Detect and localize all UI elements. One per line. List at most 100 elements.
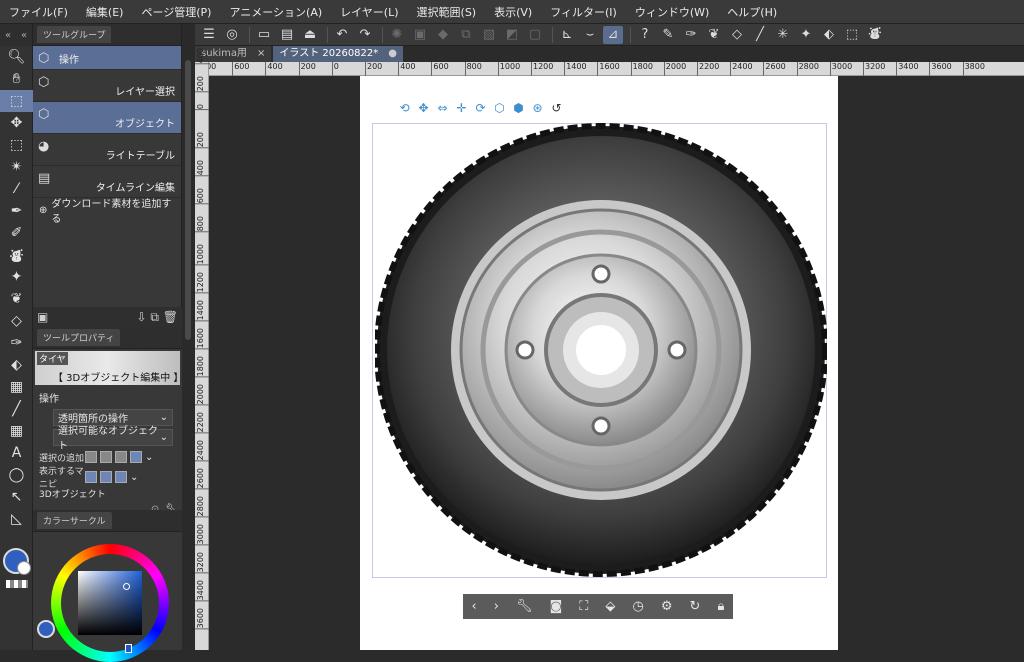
selectable-object-dropdown[interactable]: 選択可能なオブジェクト ⌄ — [53, 426, 173, 452]
chevron-down-icon[interactable]: ⌄ — [145, 452, 153, 463]
brush-tool-icon[interactable]: ✑ — [0, 332, 33, 354]
subtool-light-table[interactable]: ◕ ライトテーブル — [33, 134, 181, 166]
menu-animation[interactable]: アニメーション(A) — [220, 4, 331, 20]
redo-icon[interactable]: ↷ — [355, 26, 375, 44]
zoom-tool-icon[interactable]: 🔍︎ — [0, 46, 33, 68]
open-folder-icon[interactable]: ▤ — [277, 26, 297, 44]
copy-icon[interactable]: ▣ — [410, 26, 430, 44]
object-rotate-z-icon[interactable]: ⬡ — [491, 101, 508, 115]
operation-tool-icon[interactable]: ⬚ — [0, 90, 33, 112]
eraser-tool-icon[interactable]: ◇ — [0, 310, 33, 332]
gradient-tool-icon[interactable]: ▦ — [0, 376, 33, 398]
subtool-settings-icon[interactable]: ▣ — [37, 310, 48, 324]
collapse-icon[interactable]: « — [5, 30, 11, 41]
eraser-icon[interactable]: ◇ — [727, 26, 747, 44]
fill-tool-icon[interactable]: ⬖ — [0, 354, 33, 376]
left-panel-scrollbar[interactable] — [182, 24, 195, 650]
add-download-material[interactable]: ⊕ ダウンロード素材を追加する — [33, 198, 181, 225]
snap-icon[interactable]: ⊿ — [603, 25, 623, 44]
fill-icon[interactable]: ◆ — [433, 26, 453, 44]
hue-marker[interactable] — [125, 644, 132, 653]
close-icon[interactable]: ● — [388, 46, 397, 62]
clear-selection-icon[interactable]: ▧ — [479, 26, 499, 44]
blend-icon[interactable]: ❦ — [704, 26, 724, 44]
add-selection-option-icon[interactable] — [130, 451, 142, 463]
new-file-icon[interactable]: ▭ — [254, 26, 274, 44]
transform-icon[interactable]: ⧉ — [456, 26, 476, 44]
brush-icon[interactable]: ✑ — [681, 26, 701, 44]
trash-icon[interactable]: 🗑︎ — [163, 310, 178, 324]
manipulator-icon[interactable] — [85, 471, 97, 483]
color-picker-cursor[interactable] — [123, 583, 130, 590]
tool-group-tab[interactable]: ツールグループ — [37, 26, 112, 43]
ruler-icon[interactable]: ⊾ — [557, 26, 577, 44]
menu-layer[interactable]: レイヤー(L) — [331, 4, 407, 20]
decoration-tool-icon[interactable]: ✦ — [0, 266, 33, 288]
camera-pan-icon[interactable]: ✥ — [415, 101, 432, 115]
menu-view[interactable]: 表示(V) — [485, 4, 541, 20]
correct-line-tool-icon[interactable]: ↖ — [0, 486, 33, 508]
camera-zoom-icon[interactable]: ⇔ — [434, 101, 451, 115]
object-ground-icon[interactable]: ⊛ — [529, 101, 546, 115]
auto-select-icon[interactable]: ✴ — [0, 156, 33, 178]
save-icon[interactable]: ⏏ — [300, 26, 320, 44]
undo-icon[interactable]: ↶ — [332, 26, 352, 44]
menu-help[interactable]: ヘルプ(H) — [718, 4, 786, 20]
help-icon[interactable]: ? — [635, 26, 655, 44]
settings-down-icon[interactable]: ⚙ — [661, 599, 673, 614]
menu-page[interactable]: ページ管理(P) — [132, 4, 220, 20]
add-selection-option-icon[interactable] — [85, 451, 97, 463]
stamp-icon[interactable]: ⛇ — [865, 26, 885, 44]
manipulator-icon[interactable] — [115, 471, 127, 483]
current-color-swatch[interactable] — [37, 620, 55, 638]
figure-tool-icon[interactable]: ╱ — [0, 398, 33, 420]
eyedropper-icon[interactable]: ⁄ — [0, 178, 33, 200]
menu-edit[interactable]: 編集(E) — [77, 4, 133, 20]
scrollbar-thumb[interactable] — [185, 60, 191, 340]
close-icon[interactable]: × — [257, 46, 265, 62]
wrench-icon[interactable]: 🔧︎ — [516, 599, 533, 614]
object-move-icon[interactable]: ✛ — [453, 101, 470, 115]
hand-tool-icon[interactable]: ✋︎ — [0, 68, 33, 90]
add-selection-option-icon[interactable] — [100, 451, 112, 463]
tire-3d-object[interactable] — [375, 123, 827, 578]
invert-selection-icon[interactable]: ◩ — [502, 26, 522, 44]
ruler-tool-icon[interactable]: ◺ — [0, 508, 33, 530]
spinner-icon[interactable]: ✺ — [387, 26, 407, 44]
pencil-tool-icon[interactable]: ✐ — [0, 222, 33, 244]
rotate-reset-icon[interactable]: ↻ — [690, 599, 701, 614]
transparent-color-swatch[interactable] — [6, 580, 28, 588]
pen-tool-icon[interactable]: ✒ — [0, 200, 33, 222]
sub-color-swatch[interactable] — [17, 561, 31, 575]
subtool-operation[interactable]: ⬡ 操作 — [33, 46, 181, 70]
frame-tool-icon[interactable]: ▦ — [0, 420, 33, 442]
add-selection-option-icon[interactable] — [115, 451, 127, 463]
object-scale-icon[interactable]: ⬢ — [510, 101, 527, 115]
subtool-object[interactable]: ⬡ オブジェクト — [33, 102, 181, 134]
duplicate-icon[interactable]: ⧉ — [150, 310, 159, 324]
canvas-area[interactable]: ⟲ ✥ ⇔ ✛ ⟳ ⬡ ⬢ ⊛ ↺ ‹ › 🔧︎ ◙ ⛶ ⬙ ◷ ⚙ ↻ 🔒︎ — [209, 76, 1024, 650]
next-icon[interactable]: › — [494, 599, 499, 614]
move-tool-icon[interactable]: ✥ — [0, 112, 33, 134]
chevron-down-icon[interactable]: ⌄ — [130, 472, 138, 483]
selection-tool-icon[interactable]: ⬚ — [0, 134, 33, 156]
sparkle-icon[interactable]: ✳ — [773, 26, 793, 44]
menu-window[interactable]: ウィンドウ(W) — [626, 4, 718, 20]
saturation-value-square[interactable] — [78, 571, 142, 635]
lock-icon[interactable]: 🔒︎ — [718, 599, 725, 614]
airbrush-tool-icon[interactable]: ⛇ — [0, 244, 33, 266]
manipulator-icon[interactable] — [100, 471, 112, 483]
clip-studio-icon[interactable]: ◎ — [222, 26, 242, 44]
fit-icon[interactable]: ⛶ — [579, 599, 588, 614]
text-tool-icon[interactable]: A — [0, 442, 33, 464]
camera-rotate-icon[interactable]: ⟲ — [396, 101, 413, 115]
object-rotate-icon[interactable]: ⟳ — [472, 101, 489, 115]
import-icon[interactable]: ⇩ — [136, 310, 146, 324]
doc-tab-illust[interactable]: イラスト 20260822* ● — [273, 46, 404, 62]
menu-filter[interactable]: フィルター(I) — [541, 4, 626, 20]
decoration-icon[interactable]: ✦ — [796, 26, 816, 44]
pen-icon[interactable]: ✎ — [658, 26, 678, 44]
bucket-icon[interactable]: ⬖ — [819, 26, 839, 44]
reset-pose-icon[interactable]: ↺ — [548, 101, 565, 115]
correction-icon[interactable]: ⌣ — [580, 26, 600, 44]
